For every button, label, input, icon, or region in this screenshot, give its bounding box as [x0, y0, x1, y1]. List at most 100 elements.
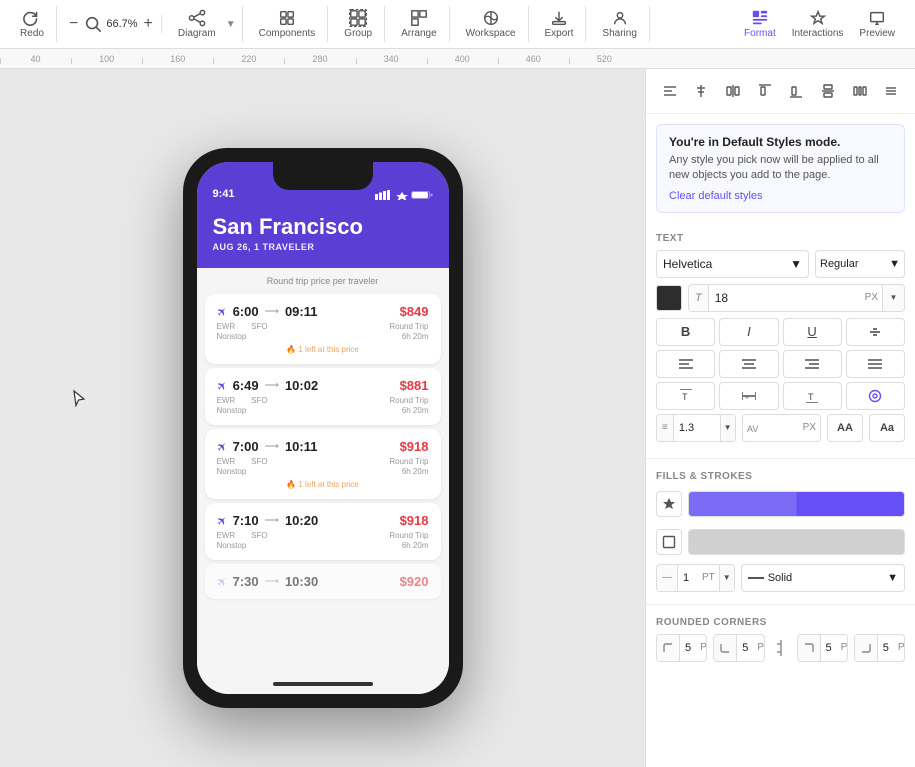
flight-duration: 6h 20m	[402, 467, 429, 476]
diagram-dropdown[interactable]: ▼	[226, 19, 236, 30]
arrange-button[interactable]: Arrange	[395, 6, 443, 42]
workspace-button[interactable]: Workspace	[460, 6, 522, 42]
font-family-value: Helvetica	[663, 257, 712, 271]
stroke-width-dropdown[interactable]: ▼	[719, 565, 734, 591]
corner-bl-icon	[714, 635, 737, 661]
flight-card[interactable]: ✈ 7:10 ⟶ 10:20 $918 EWR SFO	[205, 503, 441, 560]
redo-label: Redo	[20, 28, 44, 39]
flight-card[interactable]: ✈ 6:00 ⟶ 09:11 $849 EWR SFO	[205, 294, 441, 364]
corner-tr-input[interactable]: 5 PX	[797, 634, 848, 662]
font-weight-select[interactable]: Regular ▼	[815, 250, 905, 278]
format-interactions-preview-group: Format Interactions Preview	[732, 6, 907, 42]
zoom-out-button[interactable]: −	[67, 15, 80, 33]
group-group: Group	[332, 6, 385, 42]
stroke-width-prefix: —	[657, 565, 678, 591]
align-left-panel-btn[interactable]	[656, 77, 684, 105]
fills-section: — 1 PT ▼ Solid ▼	[646, 488, 915, 602]
underline-button[interactable]: U	[783, 318, 842, 346]
aa-lowercase-button[interactable]: Aa	[869, 414, 905, 442]
flight-duration: 6h 20m	[402, 406, 429, 415]
align-bottom-btn[interactable]	[782, 77, 810, 105]
default-styles-title: You're in Default Styles mode.	[669, 135, 892, 149]
format-label: Format	[744, 28, 776, 39]
flight-duration: 6h 20m	[402, 332, 429, 341]
text-bottom-button[interactable]: T	[783, 382, 842, 410]
font-family-select[interactable]: Helvetica ▼	[656, 250, 809, 278]
text-top-button[interactable]: T	[656, 382, 715, 410]
strikethrough-button[interactable]	[846, 318, 905, 346]
more-btn[interactable]	[877, 77, 905, 105]
align-center-panel-btn[interactable]	[687, 77, 715, 105]
line-height-input[interactable]: ≡ 1.3 ▼	[656, 414, 736, 442]
text-middle-button[interactable]: ÷	[719, 382, 778, 410]
ruler: 40 100 160 220 280 340 400 460 520	[0, 49, 915, 69]
divider	[646, 458, 915, 459]
text-color-swatch[interactable]	[656, 285, 682, 311]
fill-color-bar[interactable]	[688, 491, 905, 517]
align-left-button[interactable]	[656, 350, 715, 378]
phone-body: Round trip price per traveler ✈ 6:00 ⟶ 0…	[197, 268, 449, 694]
export-button[interactable]: Export	[539, 6, 580, 42]
redo-button[interactable]: Redo	[14, 6, 50, 42]
line-height-dropdown[interactable]: ▼	[720, 415, 735, 441]
flight-times: ✈ 6:49 ⟶ 10:02	[217, 378, 400, 393]
corner-br-input[interactable]: 5 PX	[854, 634, 905, 662]
fill-icon-button[interactable]	[656, 491, 682, 517]
fills-section-header: FILLS & STROKES	[646, 461, 915, 488]
align-right-button[interactable]	[783, 350, 842, 378]
group-button[interactable]: Group	[338, 6, 378, 42]
flight-icon: ✈	[213, 377, 230, 394]
font-size-input[interactable]: T 18 PX ▼	[688, 284, 905, 312]
flight-price: $849	[400, 304, 429, 319]
align-center-button[interactable]	[719, 350, 778, 378]
flight-stops: Nonstop	[217, 541, 247, 550]
flight-stops: Nonstop	[217, 467, 247, 476]
text-settings-button[interactable]	[846, 382, 905, 410]
flight-trip-type: Round Trip	[389, 322, 428, 331]
round-trip-label: Round trip price per traveler	[197, 268, 449, 290]
phone-date: AUG 26, 1 TRAVELER	[213, 242, 433, 252]
align-justify-button[interactable]	[846, 350, 905, 378]
corner-bl-input[interactable]: 5 PX	[713, 634, 764, 662]
corner-br-value: 5	[878, 642, 894, 654]
align-top-btn[interactable]	[751, 77, 779, 105]
stroke-width-input[interactable]: — 1 PT ▼	[656, 564, 735, 592]
font-weight-chevron: ▼	[889, 258, 900, 270]
flight-trip-type: Round Trip	[389, 457, 428, 466]
distribute-v-btn[interactable]	[814, 77, 842, 105]
corners-grid-right: 5 PX 5 PX	[797, 634, 906, 662]
canvas[interactable]: 9:41 San Francisco AUG 26, 1 TRAVELER	[0, 69, 645, 767]
column-btn[interactable]	[846, 77, 874, 105]
components-label: Components	[259, 28, 316, 39]
components-button[interactable]: Components	[253, 6, 322, 42]
corner-tl-input[interactable]: 5 PX	[656, 634, 707, 662]
flight-card[interactable]: ✈ 6:49 ⟶ 10:02 $881 EWR SFO	[205, 368, 441, 425]
font-size-dropdown[interactable]: ▼	[882, 285, 904, 311]
flight-dep: 7:30	[233, 574, 259, 589]
corners-row: 5 PX 5 PX	[656, 634, 905, 662]
interactions-tab[interactable]: Interactions	[786, 6, 850, 42]
distribute-h-btn[interactable]	[719, 77, 747, 105]
flight-from: EWR	[217, 457, 236, 466]
stroke-style-select[interactable]: Solid ▼	[741, 564, 905, 592]
italic-button[interactable]: I	[719, 318, 778, 346]
flight-row: ✈ 6:00 ⟶ 09:11 $849	[217, 304, 429, 319]
flight-price: $920	[400, 574, 429, 589]
clear-default-styles-link[interactable]: Clear default styles	[669, 190, 892, 202]
flight-card[interactable]: ✈ 7:00 ⟶ 10:11 $918 EWR SFO	[205, 429, 441, 499]
flight-details: EWR SFO Round Trip	[217, 457, 429, 466]
sharing-button[interactable]: Sharing	[596, 6, 642, 42]
aa-uppercase-button[interactable]: AA	[827, 414, 863, 442]
bold-button[interactable]: B	[656, 318, 715, 346]
preview-tab[interactable]: Preview	[853, 6, 901, 42]
ruler-tick: 40	[0, 54, 71, 64]
stroke-color-bar[interactable]	[688, 529, 905, 555]
flight-from: EWR	[217, 531, 236, 540]
diagram-button[interactable]: Diagram	[172, 6, 222, 42]
stroke-icon-button[interactable]	[656, 529, 682, 555]
format-tab[interactable]: Format	[738, 6, 782, 42]
letter-spacing-input[interactable]: AV PX	[742, 414, 822, 442]
flight-card[interactable]: ✈ 7:30 ⟶ 10:30 $920	[205, 564, 441, 599]
corner-link-button[interactable]	[771, 638, 791, 658]
zoom-in-button[interactable]: +	[142, 15, 155, 33]
